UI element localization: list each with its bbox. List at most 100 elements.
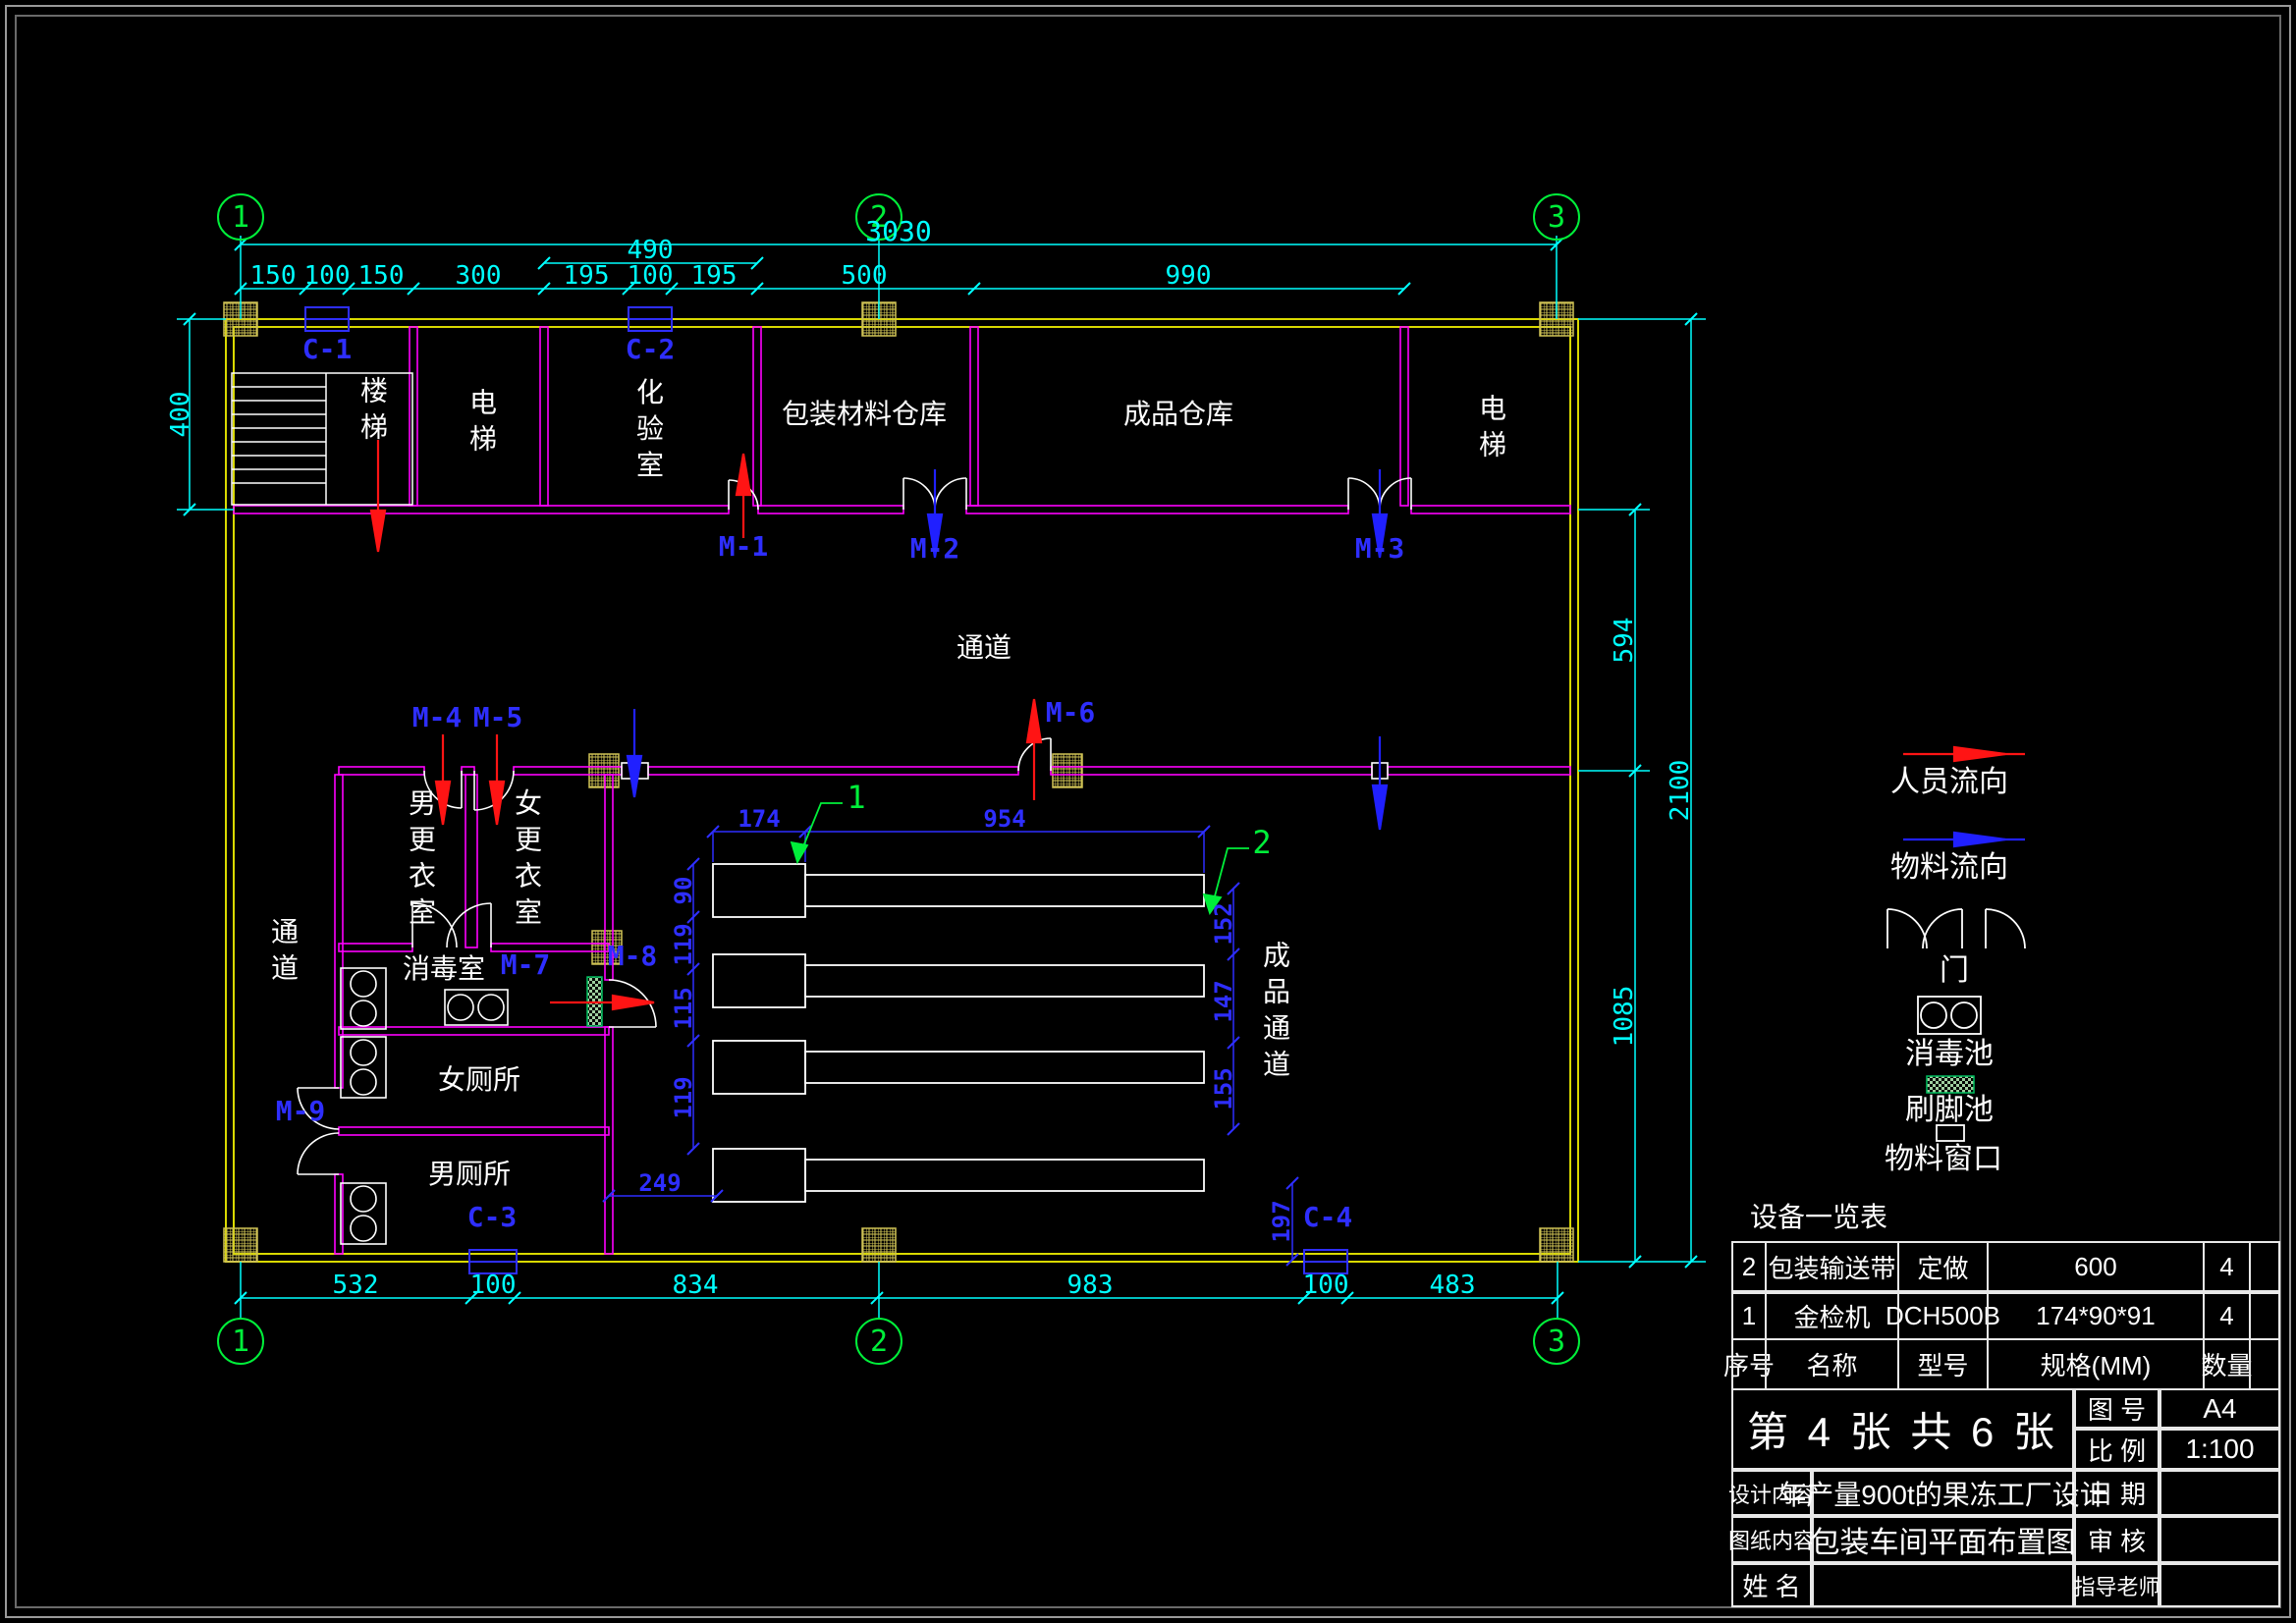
equip-cell-r2c4: 数量 [2203,1338,2251,1390]
legend-foot-pool: 刷脚池 [1905,1096,1994,1125]
dim-conv-belt-w: 954 [983,807,1025,831]
equip-cell-r1c2: DCH500B [1897,1292,1989,1340]
dim-conv-left-3: 119 [672,1076,695,1118]
titleblock-drawing-value: 包装车间平面布置图 [1812,1516,2074,1563]
room-label-men-toilet: 男厕所 [428,1161,511,1188]
dim-top-5: 100 [628,263,674,289]
room-label-corridor: 通道 [957,634,1011,662]
equip-cell-r1c1: 金检机 [1765,1292,1899,1340]
window-label-c3: C-3 [467,1204,518,1231]
equip-cell-r1c0: 1 [1731,1292,1767,1340]
dim-bottom-0: 532 [333,1272,379,1298]
titleblock-drawing-label: 图纸内容 [1731,1516,1812,1563]
legend-material-flow: 物料流向 [1890,853,2008,883]
material-window-symbols [622,763,1388,779]
titleblock-review-label: 审 核 [2074,1516,2159,1563]
personnel-flow-arrows [371,440,2025,1009]
legend-door: 门 [1940,956,1969,986]
dim-c4-offset: 197 [1270,1200,1293,1242]
dim-total-width: 3030 [865,218,931,245]
equip-cell-r2c1: 名称 [1765,1338,1899,1390]
material-flow-arrows [628,469,2025,846]
dim-toilet-w: 249 [638,1171,681,1195]
titleblock-advisor-value [2159,1563,2280,1607]
door-label-m6: M-6 [1046,699,1096,727]
dim-top-2: 150 [358,263,405,289]
equip-cell-r1c3: 174*90*91 [1987,1292,2205,1340]
equip-cell-r2c5 [2249,1338,2280,1390]
grid-bubble-2-bottom: 2 [855,1318,902,1365]
equip-cell-r2c0: 序号 [1731,1338,1767,1390]
dim-bottom-4: 100 [1303,1272,1349,1298]
door-label-m3: M-3 [1355,535,1405,563]
window-label-c2: C-2 [626,336,676,363]
titleblock-name-label: 姓 名 [1731,1563,1812,1607]
door-label-m1: M-1 [719,533,769,561]
titleblock-design-value: 年产量900t的果冻工厂设计 [1812,1470,2074,1516]
room-label-women-toilet: 女厕所 [438,1066,520,1094]
dim-bottom-3: 983 [1067,1272,1114,1298]
equip-cell-r0c5 [2249,1241,2280,1292]
dim-top-sub: 490 [628,238,674,263]
legend-foot-pool-symbol [1927,1076,1974,1093]
titleblock-sheet-number: 第 4 张 共 6 张 [1731,1388,2074,1470]
dim-right-lower: 1085 [1612,986,1637,1048]
room-label-corridor-left: 通道 [269,917,297,990]
equip-cell-r0c3: 600 [1987,1241,2205,1292]
equip-cell-r0c1: 包装输送带 [1765,1241,1899,1292]
dim-conv-right-1: 147 [1212,980,1235,1022]
dim-top-7: 500 [842,263,888,289]
titleblock-date-value [2159,1470,2280,1516]
legend-material-window: 物料窗口 [1885,1145,2002,1174]
dimensions-blue [603,826,1298,1266]
titleblock-scale-label: 比 例 [2074,1429,2159,1470]
grid-bubble-1-bottom: 1 [217,1318,264,1365]
equip-cell-r1c4: 4 [2203,1292,2251,1340]
titleblock-figno-value: A4 [2159,1388,2280,1429]
titleblock-advisor-label: 指导老师 [2074,1563,2159,1607]
grid-bubble-3-top: 3 [1533,193,1580,241]
room-label-disinfection: 消毒室 [403,955,485,983]
dim-top-0: 150 [250,263,297,289]
room-label-women-changing: 女更衣室 [513,788,540,934]
dim-conv-left-2: 115 [672,987,695,1029]
dim-conv-left-1: 119 [672,923,695,965]
room-label-lab: 化验室 [634,378,662,487]
titleblock-date-label: 日 期 [2074,1470,2159,1516]
door-label-m9: M-9 [276,1098,326,1125]
equip-cell-r2c3: 规格(MM) [1987,1338,2205,1390]
room-label-elevator-right: 电梯 [1477,394,1504,466]
grid-bubble-3-bottom: 3 [1533,1318,1580,1365]
room-label-stairs: 楼梯 [358,376,386,449]
dim-conv-right-0: 152 [1212,902,1235,945]
legend-personnel-flow: 人员流向 [1890,768,2008,797]
window-label-c4: C-4 [1303,1204,1353,1231]
room-label-elevator-left: 电梯 [467,388,495,460]
dim-top-6: 195 [691,263,738,289]
titleblock-figno-label: 图 号 [2074,1388,2159,1429]
equip-cell-r0c2: 定做 [1897,1241,1989,1292]
dim-conv-box-w: 174 [738,807,780,831]
dim-conv-right-2: 155 [1212,1067,1235,1109]
titleblock-review-value [2159,1516,2280,1563]
dim-right-total: 2100 [1667,760,1693,822]
equip-cell-r1c5 [2249,1292,2280,1340]
door-label-m7: M-7 [501,951,551,979]
dim-top-8: 990 [1166,263,1212,289]
equip-cell-r2c2: 型号 [1897,1338,1989,1390]
conveyor-lines [713,864,1204,1202]
dim-right-upper: 594 [1612,618,1637,664]
equip-cell-r0c4: 4 [2203,1241,2251,1292]
door-label-m2: M-2 [910,535,960,563]
room-label-packing-material-warehouse: 包装材料仓库 [782,401,947,428]
titleblock-scale-value: 1:100 [2159,1429,2280,1470]
dim-top-4: 195 [564,263,610,289]
room-label-finished-warehouse: 成品仓库 [1123,401,1233,428]
leader-label-1: 1 [847,782,865,813]
door-label-m4: M-4 [412,704,463,731]
dim-bottom-1: 100 [470,1272,517,1298]
dim-bottom-2: 834 [673,1272,719,1298]
dim-top-3: 300 [456,263,502,289]
titleblock-name-value [1812,1563,2074,1607]
window-label-c1: C-1 [302,336,353,363]
